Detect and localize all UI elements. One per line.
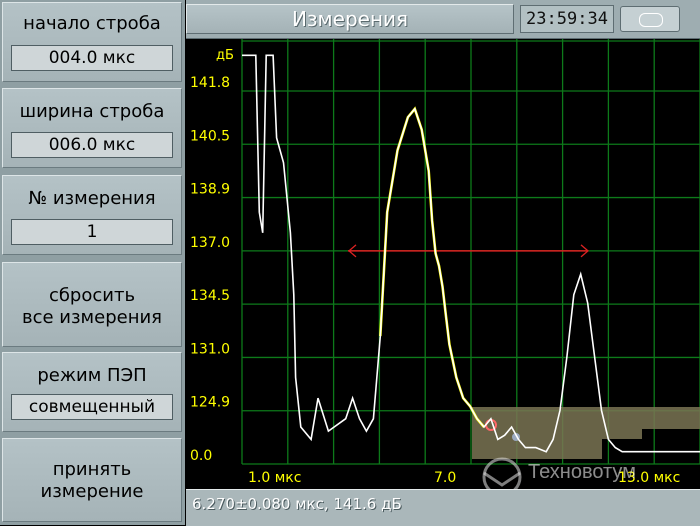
gate-width-label: ширина строба <box>19 101 165 122</box>
gate-start-value[interactable]: 004.0 мкс <box>11 45 173 71</box>
y-tick-label: 137.0 <box>190 235 230 251</box>
status-bar: 6.270±0.080 мкс, 141.6 дБ <box>186 489 700 526</box>
battery-icon <box>620 6 680 32</box>
accept-measurement-button[interactable]: принять измерение <box>2 438 182 522</box>
measurement-number-value[interactable]: 1 <box>11 219 173 245</box>
top-bar: Измерения 23:59:34 <box>186 0 700 39</box>
accept-measurement-label: принять измерение <box>40 459 144 502</box>
side-panel: начало строба 004.0 мкс ширина строба 00… <box>0 0 185 525</box>
measurement-result: 6.270±0.080 мкс, 141.6 дБ <box>192 495 402 513</box>
measurement-chart[interactable]: дБ 141.8 140.5 138.9 137.0 134.5 131.0 124.9 0.0… <box>186 39 700 489</box>
y-axis-unit: дБ <box>216 48 234 63</box>
probe-mode-label: режим ПЭП <box>37 365 147 386</box>
y-tick-label: 134.5 <box>190 288 230 304</box>
gate-width-value[interactable]: 006.0 мкс <box>11 132 173 158</box>
probe-mode-value[interactable]: совмещенный <box>11 394 173 420</box>
screen-title: Измерения <box>186 4 514 34</box>
gate-start-label: начало строба <box>23 13 161 34</box>
reset-all-label: сбросить все измерения <box>21 285 163 328</box>
x-tick-label: 7.0 <box>434 470 456 486</box>
reset-all-button[interactable]: сбросить все измерения <box>2 262 182 347</box>
y-tick-label: 124.9 <box>190 395 230 411</box>
y-tick-label: 0.0 <box>190 448 212 464</box>
y-tick-label: 131.0 <box>190 341 230 357</box>
y-tick-label: 141.8 <box>190 75 230 91</box>
y-tick-label: 138.9 <box>190 182 230 198</box>
y-tick-label: 140.5 <box>190 128 230 144</box>
x-tick-label: 1.0 мкс <box>248 470 301 486</box>
gate-width-button[interactable]: ширина строба 006.0 мкс <box>2 88 182 168</box>
clock: 23:59:34 <box>520 5 614 33</box>
probe-mode-button[interactable]: режим ПЭП совмещенный <box>2 352 182 432</box>
measurement-number-button[interactable]: № измерения 1 <box>2 175 182 255</box>
measurement-number-label: № измерения <box>28 188 156 209</box>
watermark-text: Техновотум <box>528 461 636 483</box>
gate-start-button[interactable]: начало строба 004.0 мкс <box>2 2 182 82</box>
